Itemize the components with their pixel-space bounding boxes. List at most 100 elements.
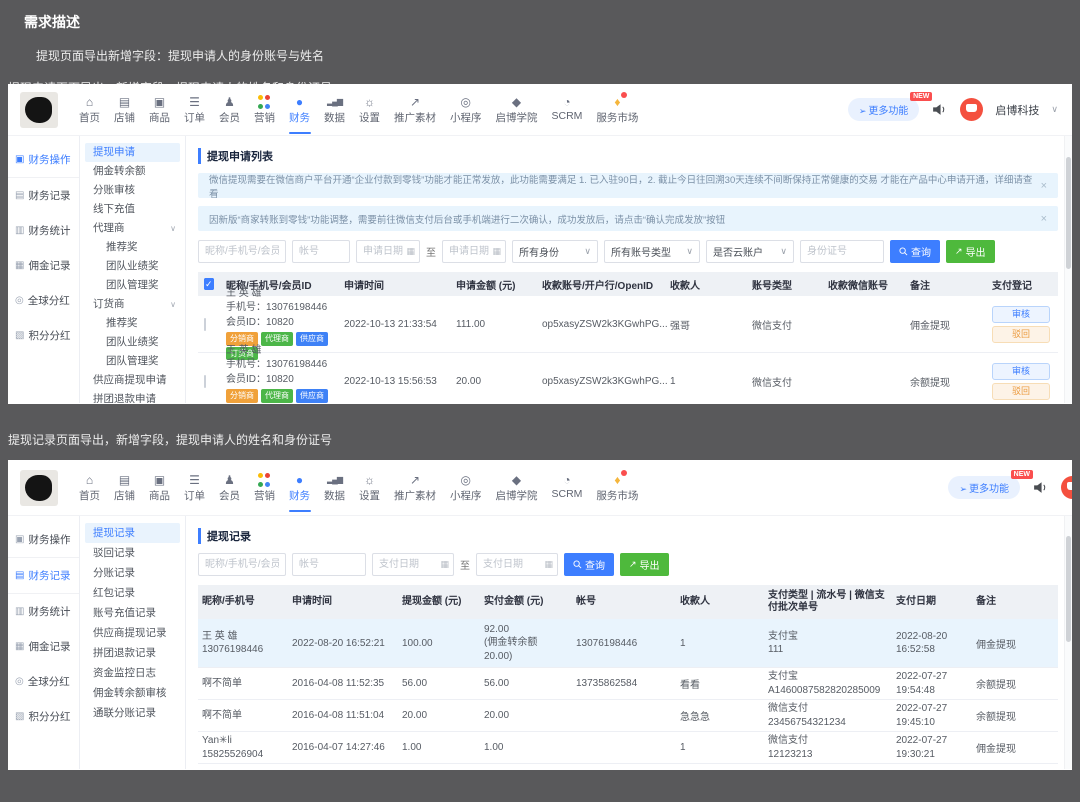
export-button[interactable]: ↗ 导出 xyxy=(946,240,995,263)
nav-item-data[interactable]: ▂▄▆ 数据 xyxy=(317,472,352,503)
scrollbar-thumb[interactable] xyxy=(1066,157,1071,270)
menu-item[interactable]: 驳回记录 xyxy=(80,543,185,563)
audit-button[interactable]: 审核 xyxy=(992,362,1050,380)
nav-item-home[interactable]: ⌂ 首页 xyxy=(72,472,107,503)
sidebar-item-global-dividend[interactable]: ◎ 全球分红 xyxy=(8,664,79,699)
nav-item-settings[interactable]: ☼ 设置 xyxy=(352,472,387,503)
sidebar-item-points-dividend[interactable]: ▧ 积分分红 xyxy=(8,699,79,734)
account-type-select[interactable]: 所有账号类型 ∨ xyxy=(604,240,700,263)
menu-item[interactable]: 团队业绩奖 xyxy=(80,257,185,276)
keyword-input[interactable] xyxy=(198,240,286,263)
menu-item[interactable]: 拼团退款申请 xyxy=(80,390,185,403)
nav-item-orders[interactable]: ☰ 订单 xyxy=(177,94,212,125)
menu-item[interactable]: 推荐奖 xyxy=(80,314,185,333)
nav-item-members[interactable]: ♟ 会员 xyxy=(212,94,247,125)
apply-date-end[interactable]: ▦ xyxy=(442,240,506,263)
search-button[interactable]: 查询 xyxy=(890,240,940,263)
menu-item[interactable]: 供应商提现申请 xyxy=(80,371,185,390)
menu-item[interactable]: 账号充值记录 xyxy=(80,603,185,623)
menu-group-orderer[interactable]: 订货商 ∨ xyxy=(80,295,185,314)
sidebar-item-commission-records[interactable]: ▦ 佣金记录 xyxy=(8,248,79,283)
nav-item-miniprogram[interactable]: ◎ 小程序 xyxy=(443,94,489,125)
identity-select[interactable]: 所有身份 ∨ xyxy=(512,240,598,263)
account-input[interactable] xyxy=(292,553,366,576)
account-input[interactable] xyxy=(292,240,350,263)
pay-date-end[interactable]: ▦ xyxy=(476,553,558,576)
announcement-icon[interactable] xyxy=(1032,479,1049,496)
scrollbar[interactable] xyxy=(1064,516,1072,769)
chevron-down-icon[interactable]: ∨ xyxy=(1051,104,1058,115)
company-avatar[interactable] xyxy=(960,98,984,121)
audit-button[interactable]: 审核 xyxy=(992,305,1050,323)
menu-item[interactable]: 拼团退款记录 xyxy=(80,643,185,663)
cloud-account-select[interactable]: 是否云账户 ∨ xyxy=(706,240,794,263)
row-checkbox[interactable] xyxy=(204,374,206,388)
nav-item-shop[interactable]: ▤ 店铺 xyxy=(107,94,142,125)
nav-item-marketing[interactable]: 营销 xyxy=(247,94,282,125)
menu-item[interactable]: 分账审核 xyxy=(80,181,185,200)
announcement-icon[interactable] xyxy=(931,101,948,118)
scrollbar[interactable] xyxy=(1064,136,1072,403)
sidebar-item-finance-records[interactable]: ▤ 财务记录 xyxy=(8,178,79,213)
nav-item-academy[interactable]: ◆ 启博学院 xyxy=(489,472,545,503)
nav-item-goods[interactable]: ▣ 商品 xyxy=(142,472,177,503)
menu-item[interactable]: 供应商提现记录 xyxy=(80,623,185,643)
nav-item-home[interactable]: ⌂ 首页 xyxy=(72,94,107,125)
nav-item-service-market[interactable]: ♦ 服务市场 xyxy=(589,470,645,503)
sidebar-item-global-dividend[interactable]: ◎ 全球分红 xyxy=(8,283,79,318)
nav-item-shop[interactable]: ▤ 店铺 xyxy=(107,472,142,503)
sidebar-item-finance-records[interactable]: ▤ 财务记录 xyxy=(8,557,79,594)
sidebar-item-finance-operations[interactable]: ▣ 财务操作 xyxy=(8,142,79,178)
nav-item-promo-material[interactable]: ↗ 推广素材 xyxy=(387,94,443,125)
pay-date-start[interactable]: ▦ xyxy=(372,553,454,576)
scrollbar-thumb[interactable] xyxy=(1066,536,1071,643)
sidebar-item-finance-operations[interactable]: ▣ 财务操作 xyxy=(8,522,79,557)
nav-item-academy[interactable]: ◆ 启博学院 xyxy=(489,94,545,125)
nav-item-finance[interactable]: ● 财务 xyxy=(282,94,317,134)
sidebar-item-commission-records[interactable]: ▦ 佣金记录 xyxy=(8,629,79,664)
more-features-button[interactable]: ➢ 更多功能 NEW xyxy=(847,92,933,121)
menu-item[interactable]: 佣金转余额 xyxy=(80,162,185,181)
more-features-button[interactable]: ➢ 更多功能 NEW xyxy=(948,470,1033,499)
reject-button[interactable]: 驳回 xyxy=(992,382,1050,400)
sidebar-item-points-dividend[interactable]: ▧ 积分分红 xyxy=(8,318,79,353)
search-button[interactable]: 查询 xyxy=(564,553,614,576)
id-number-input[interactable] xyxy=(800,240,884,263)
keyword-input[interactable] xyxy=(198,553,286,576)
nav-item-data[interactable]: ▂▄▆ 数据 xyxy=(317,94,352,125)
menu-item[interactable]: 线下充值 xyxy=(80,200,185,219)
menu-item[interactable]: 分账记录 xyxy=(80,563,185,583)
sidebar-item-finance-stats[interactable]: ▥ 财务统计 xyxy=(8,594,79,629)
menu-item[interactable]: 佣金转余额审核 xyxy=(80,683,185,703)
close-icon[interactable]: × xyxy=(1041,213,1047,225)
nav-item-scrm[interactable]: ◔ SCRM xyxy=(545,472,590,503)
nav-item-promo-material[interactable]: ↗ 推广素材 xyxy=(387,472,443,503)
nav-item-settings[interactable]: ☼ 设置 xyxy=(352,94,387,125)
menu-item[interactable]: 资金监控日志 xyxy=(80,663,185,683)
nav-item-finance[interactable]: ● 财务 xyxy=(282,472,317,512)
menu-item-withdraw-records[interactable]: 提现记录 xyxy=(85,523,180,543)
nav-item-marketing[interactable]: 营销 xyxy=(247,472,282,503)
menu-item[interactable]: 团队管理奖 xyxy=(80,276,185,295)
menu-item[interactable]: 红包记录 xyxy=(80,583,185,603)
company-avatar[interactable] xyxy=(1061,476,1072,499)
nav-item-members[interactable]: ♟ 会员 xyxy=(212,472,247,503)
nav-item-miniprogram[interactable]: ◎ 小程序 xyxy=(443,472,489,503)
nav-item-scrm[interactable]: ◔ SCRM xyxy=(545,94,590,125)
sidebar-item-finance-stats[interactable]: ▥ 财务统计 xyxy=(8,213,79,248)
apply-date-start[interactable]: ▦ xyxy=(356,240,420,263)
menu-item[interactable]: 团队管理奖 xyxy=(80,352,185,371)
menu-item[interactable]: 通联分账记录 xyxy=(80,703,185,723)
row-checkbox[interactable] xyxy=(204,317,206,331)
nav-item-goods[interactable]: ▣ 商品 xyxy=(142,94,177,125)
close-icon[interactable]: × xyxy=(1041,180,1047,192)
export-button[interactable]: ↗ 导出 xyxy=(620,553,669,576)
nav-item-orders[interactable]: ☰ 订单 xyxy=(177,472,212,503)
reject-button[interactable]: 驳回 xyxy=(992,325,1050,343)
menu-item-withdraw-apply[interactable]: 提现申请 xyxy=(85,143,180,162)
menu-item[interactable]: 团队业绩奖 xyxy=(80,333,185,352)
menu-item[interactable]: 推荐奖 xyxy=(80,238,185,257)
select-all-checkbox[interactable]: ✓ xyxy=(204,277,214,290)
nav-item-service-market[interactable]: ♦ 服务市场 xyxy=(589,92,645,125)
menu-group-agent[interactable]: 代理商 ∨ xyxy=(80,219,185,238)
